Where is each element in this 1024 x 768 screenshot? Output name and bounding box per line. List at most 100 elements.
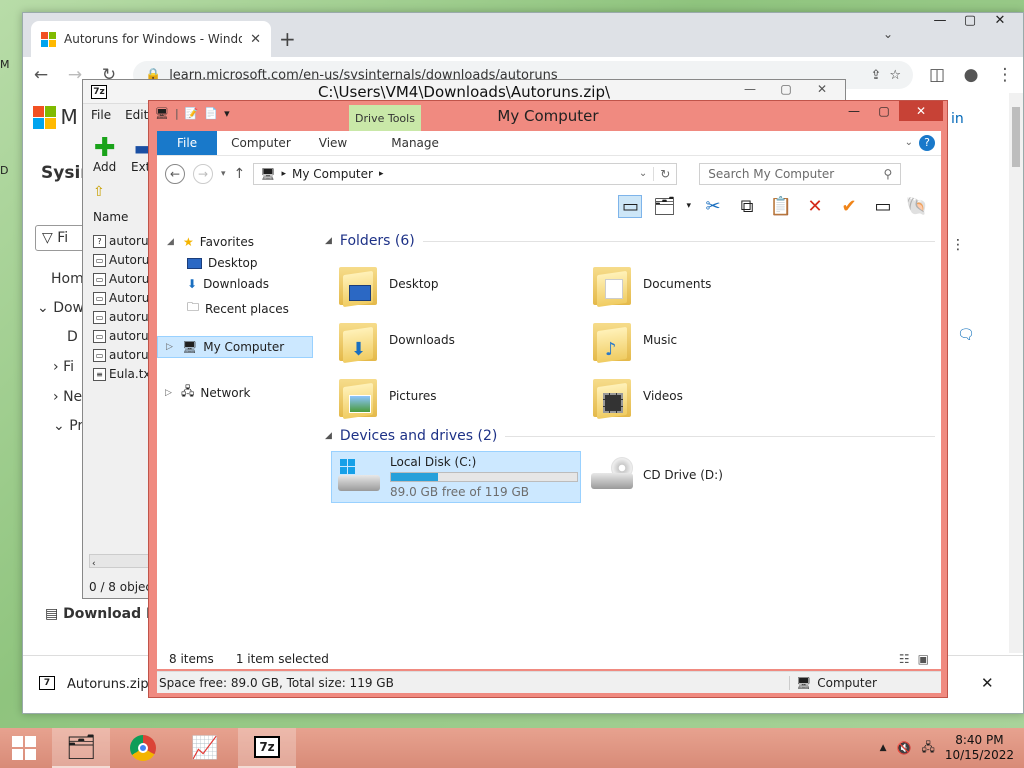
expand-arrow-icon[interactable]: ▷ [165,388,175,398]
share-icon[interactable]: ⇪ [870,68,881,83]
forward-button[interactable]: → [193,163,213,184]
expand-arrow-icon[interactable]: ▷ [166,342,176,352]
more-options-icon[interactable]: ⋮ [951,237,965,253]
help-icon[interactable]: ? [919,135,935,151]
collapse-arrow-icon[interactable]: ◢ [325,431,332,441]
maximize-button[interactable]: ▢ [955,13,985,33]
taskbar-file-explorer[interactable]: 🗂 [52,728,110,768]
page-scrollbar[interactable] [1009,93,1023,653]
copy-icon[interactable]: ⧉ [735,196,759,217]
toc-downloads[interactable]: ⌄ Dow [37,300,84,316]
tab-file[interactable]: File [157,131,218,155]
clock[interactable]: 8:40 PM 10/15/2022 [945,733,1014,763]
taskbar-sevenzip[interactable]: 7z [238,728,296,768]
folder-downloads[interactable]: ⬇ Downloads [337,317,455,364]
toc-pr[interactable]: ⌄ Pr [53,418,83,434]
nav-desktop[interactable]: Desktop [187,256,258,270]
maximize-button[interactable]: ▢ [869,101,899,121]
profile-icon[interactable]: ● [961,65,981,85]
nav-recent-places[interactable]: 🗀 Recent places [187,298,289,319]
add-button[interactable]: ✚ Add [93,135,116,174]
ribbon-expand-icon[interactable]: ⌄ [905,131,919,155]
tab-manage[interactable]: Manage [361,131,453,155]
drive-local-disk-c[interactable]: Local Disk (C:) 89.0 GB free of 119 GB [331,451,581,503]
minimize-button[interactable]: — [839,101,869,121]
close-button[interactable]: ✕ [805,82,839,100]
new-tab-button[interactable]: + [279,27,296,51]
side-panel-icon[interactable]: ◫ [927,65,947,85]
file-row[interactable]: ▭ autorun [93,348,156,362]
scroll-thumb[interactable] [1012,107,1020,167]
collapse-arrow-icon[interactable]: ◢ [167,237,177,247]
shell-icon[interactable]: 🐚 [905,196,929,217]
cut-icon[interactable]: ✂ [701,196,725,217]
folders-group-header[interactable]: ◢ Folders (6) [325,233,935,249]
close-download-bar-icon[interactable]: ✕ [981,674,994,692]
folder-desktop[interactable]: Desktop [337,261,439,308]
address-box[interactable]: 🖥 ▸ My Computer ▸ ⌄ ↻ [253,162,678,185]
breadcrumb-arrow-icon[interactable]: ▸ [282,169,287,179]
breadcrumb-arrow-icon[interactable]: ▸ [379,169,384,179]
column-name-header[interactable]: Name [93,210,128,224]
folder-music[interactable]: ♪ Music [591,317,677,364]
show-hidden-icons-icon[interactable]: ▲ [880,743,887,753]
recent-locations-icon[interactable]: ▾ [221,169,226,179]
toc-ne[interactable]: › Ne [53,389,82,405]
folder-options-icon[interactable]: 🗂 [652,196,676,217]
checkmark-icon[interactable]: ✔ [837,196,861,217]
minimize-button[interactable]: — [733,82,767,100]
address-dropdown-icon[interactable]: ⌄ [639,168,647,179]
search-box[interactable]: Search My Computer ⚲ [699,162,902,185]
up-folder-icon[interactable]: ⇧ [93,184,105,200]
folder-documents[interactable]: Documents [591,261,711,308]
folder-options-dropdown-icon[interactable]: ▾ [686,201,691,211]
horizontal-scrollbar[interactable]: ‹ [89,554,149,569]
tiles-view-icon[interactable]: ▣ [918,652,929,666]
bookmark-star-icon[interactable]: ☆ [889,68,901,83]
refresh-icon[interactable]: ↻ [653,166,670,181]
collapse-arrow-icon[interactable]: ◢ [325,236,332,246]
tab-view[interactable]: View [305,131,361,155]
properties-icon[interactable]: ▭ [871,196,895,217]
close-button[interactable]: ✕ [899,101,943,121]
scroll-left-icon[interactable]: ‹ [90,559,96,569]
nav-favorites[interactable]: ◢ ★ Favorites [167,235,254,249]
start-button[interactable] [0,728,48,768]
network-tray-icon[interactable]: 🖧 [921,738,934,759]
speaker-muted-icon[interactable]: 🔇 [896,741,911,755]
drives-group-header[interactable]: ◢ Devices and drives (2) [325,428,935,444]
folder-videos[interactable]: Videos [591,373,683,420]
browser-tab[interactable]: Autoruns for Windows - Windows ✕ [31,21,271,57]
file-row[interactable]: ▭ autorun [93,310,156,324]
close-tab-icon[interactable]: ✕ [250,32,261,47]
download-item-label[interactable]: Autoruns.zip [67,677,149,692]
delete-icon[interactable]: ✕ [803,196,827,217]
address-path[interactable]: My Computer [292,167,373,181]
toc-home[interactable]: Hom [51,271,84,287]
details-view-icon[interactable]: ☷ [899,652,910,666]
paste-icon[interactable]: 📋 [769,196,793,217]
file-row[interactable]: ≡ Eula.txt [93,367,155,381]
maximize-button[interactable]: ▢ [769,82,803,100]
taskbar-chrome[interactable] [114,728,172,768]
menu-kebab-icon[interactable]: ⋮ [995,65,1015,85]
back-button[interactable]: ← [165,163,185,184]
nav-my-computer[interactable]: ▷ 🖥 My Computer [157,336,313,358]
nav-network[interactable]: ▷ 🖧 Network [165,382,251,403]
minimize-button[interactable]: — [925,13,955,33]
folder-pictures[interactable]: Pictures [337,373,437,420]
file-row[interactable]: ▭ autorun [93,329,156,343]
sign-in-link[interactable]: in [951,111,964,127]
back-button[interactable]: ← [31,65,51,85]
file-row[interactable]: ? autorun [93,234,156,248]
toc-sub[interactable]: D [67,329,78,345]
taskbar-resource-monitor[interactable]: 📈 [176,728,234,768]
up-button[interactable]: ↑ [234,166,246,182]
toc-file[interactable]: › Fi [53,359,74,375]
nav-downloads[interactable]: ⬇ Downloads [187,277,269,291]
close-button[interactable]: ✕ [985,13,1015,33]
feedback-icon[interactable]: 🗨 [957,327,975,343]
preview-pane-icon[interactable]: ▭ [618,194,643,218]
drive-cd-d[interactable]: CD Drive (D:) [589,457,723,493]
menu-file[interactable]: File [91,108,111,122]
